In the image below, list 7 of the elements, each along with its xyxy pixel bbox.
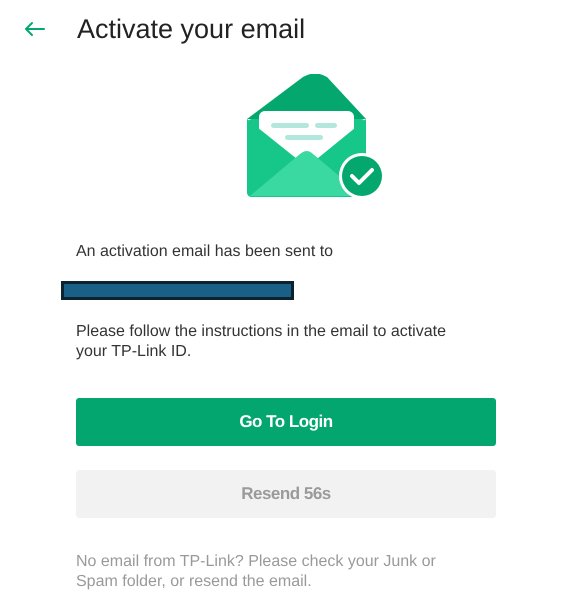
login-button[interactable]: Go To Login bbox=[76, 398, 496, 446]
page-title: Activate your email bbox=[77, 12, 306, 46]
help-text: No email from TP-Link? Please check your Junk or Spam folder, or resend the email. bbox=[76, 552, 437, 592]
back-arrow-icon bbox=[23, 21, 45, 37]
envelope-check-icon bbox=[244, 74, 384, 200]
instructions-text: Please follow the instructions in the email to activate your TP-Link ID. bbox=[76, 322, 447, 362]
sent-message: An activation email has been sent to bbox=[76, 242, 334, 262]
